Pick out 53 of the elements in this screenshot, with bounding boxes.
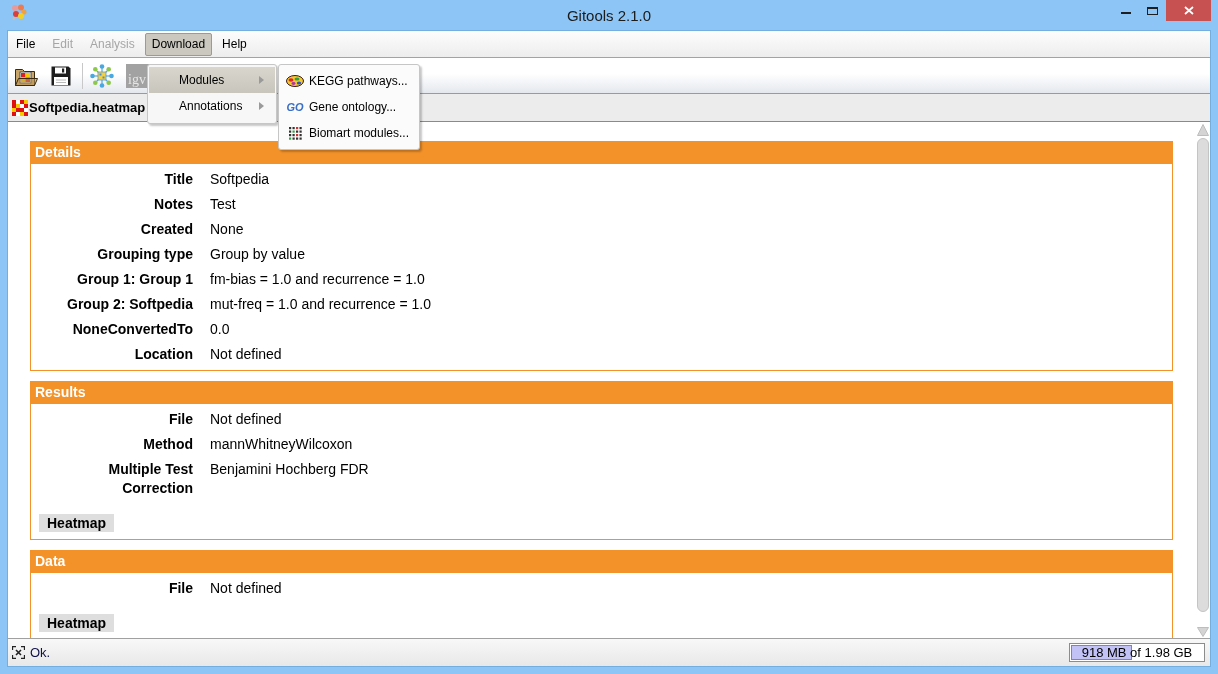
scrollbar-thumb[interactable] [1196,138,1209,612]
field-value: Test [210,195,236,214]
field-label: NoneConvertedTo [72,320,193,339]
action-button[interactable]: Heatmap [39,514,115,532]
action-button[interactable]: Heatmap [39,614,115,632]
field-label: File [168,579,193,598]
field-value: fm-bias = 1.0 and recurrence = 1.0 [210,270,425,289]
field-value: Not defined [210,410,282,429]
field-label: Title [164,170,193,189]
maximize-icon [1147,6,1158,15]
field-value: Not defined [210,579,282,598]
save-icon[interactable] [50,64,72,87]
field-label: Grouping type [97,245,193,264]
field-label: File [168,410,193,429]
menu-item[interactable]: KEGG pathways... [279,68,419,94]
field-value: Not defined [210,345,282,364]
close-icon [1183,6,1194,15]
field-value: mannWhitneyWilcoxon [210,435,353,454]
corner-brackets-icon [12,646,25,659]
menu-item[interactable]: GO Gene ontology... [279,94,419,120]
heatmap-icon [12,99,28,116]
section-header: Details [30,141,1173,164]
field-value: Benjamini Hochberg FDR [210,460,369,479]
field-label: Notes [154,195,193,214]
window-title: Gitools 2.1.0 [566,6,652,26]
section-header: Data [30,550,1173,573]
memory-label: 918 MB of 1.98 GB [1081,645,1193,660]
field-label: Group 2: Softpedia [67,295,193,314]
field-label: Method [143,435,193,454]
field-value: Group by value [210,245,305,264]
status-message: Ok. [30,645,51,660]
dot-grid-icon [288,126,302,140]
field-value: 0.0 [210,320,230,339]
menu-item[interactable]: File [9,32,43,56]
field-value: Softpedia [210,170,270,189]
section-header: Results [30,381,1173,404]
network-icon[interactable] [90,63,114,88]
go-logo: GO [286,100,304,114]
menu-item[interactable]: Modules [149,67,275,93]
menu-item[interactable]: Annotations [149,93,275,119]
menu-item[interactable]: Download [144,32,213,56]
minimize-icon [1120,12,1131,14]
field-label: Group 1: Group 1 [77,270,193,289]
app-icon [11,4,27,20]
field-value: None [210,220,244,239]
field-label: Multiple Test Correction [107,460,193,498]
close-button[interactable] [1166,0,1211,21]
field-value: mut-freq = 1.0 and recurrence = 1.0 [210,295,431,314]
field-label: Created [140,220,193,239]
field-label: Location [134,345,193,364]
menu-item[interactable]: Help [215,32,254,56]
document-tab[interactable]: Softpedia.heatmap [12,94,147,121]
palette-icon [286,75,304,87]
